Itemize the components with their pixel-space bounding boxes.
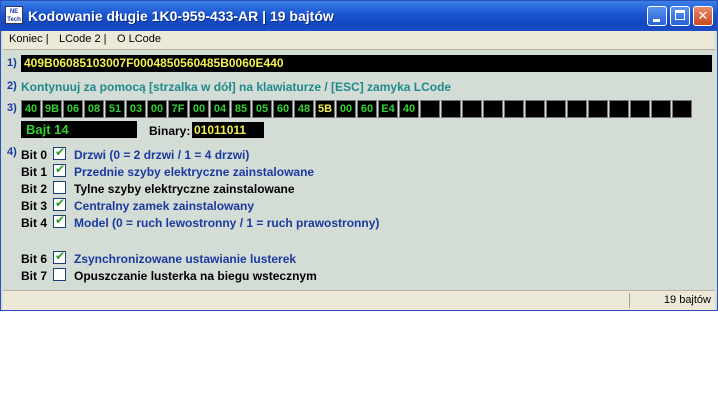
byte-cell[interactable]: 00 (336, 100, 356, 118)
byte-cell[interactable]: 40 (21, 100, 41, 118)
byte-cell[interactable]: E4 (378, 100, 398, 118)
checkmark-icon: ✔ (55, 213, 66, 227)
bit-description[interactable]: Zsynchronizowane ustawianie lusterek (74, 252, 296, 266)
row-label-2: 2) (7, 80, 17, 92)
menu-item-about[interactable]: O LCode (117, 33, 161, 45)
byte-cell[interactable]: 85 (231, 100, 251, 118)
bit-description[interactable]: Centralny zamek zainstalowany (74, 199, 254, 213)
status-bar: 19 bajtów (3, 290, 715, 310)
lcode-window: NE Tech Kodowanie długie 1K0-959-433-AR … (0, 0, 718, 311)
bit-description[interactable]: Przednie szyby elektryczne zainstalowane (74, 165, 314, 179)
byte-cell-empty[interactable] (525, 100, 545, 118)
byte-cell[interactable]: 51 (105, 100, 125, 118)
title-bar[interactable]: NE Tech Kodowanie długie 1K0-959-433-AR … (1, 1, 717, 31)
byte-cell-empty[interactable] (567, 100, 587, 118)
window-title: Kodowanie długie 1K0-959-433-AR | 19 baj… (28, 8, 334, 24)
byte-grid: 40 9B 06 08 51 03 00 7F 00 04 85 05 60 48 5B 00 60 E4 40 (21, 100, 693, 118)
status-byte-count: 19 bajtów (663, 294, 711, 306)
byte-cell-empty[interactable] (588, 100, 608, 118)
byte-cell[interactable]: 40 (399, 100, 419, 118)
checkmark-icon: ✔ (55, 145, 66, 159)
binary-value: 01011011 (192, 122, 264, 138)
menu-bar: Koniec | LCode 2 | O LCode (3, 31, 715, 50)
minimize-button[interactable] (647, 6, 667, 26)
maximize-button[interactable] (670, 6, 690, 26)
byte-cell-empty[interactable] (462, 100, 482, 118)
menu-item-lcode2[interactable]: LCode 2 | (59, 33, 107, 45)
app-logo-text-top: NE (9, 9, 19, 15)
row-label-1: 1) (7, 57, 17, 69)
app-logo-icon: NE Tech (5, 6, 23, 24)
byte-cell-empty[interactable] (672, 100, 692, 118)
byte-cell[interactable]: 06 (63, 100, 83, 118)
byte-cell[interactable]: 00 (189, 100, 209, 118)
byte-cell-empty[interactable] (546, 100, 566, 118)
byte-cell[interactable]: 00 (147, 100, 167, 118)
bit-description[interactable]: Drzwi (0 = 2 drzwi / 1 = 4 drzwi) (74, 148, 249, 162)
bit-checkbox[interactable]: ✔ (53, 249, 66, 264)
bit-checkbox[interactable] (53, 181, 66, 194)
row-label-4: 4) (7, 146, 17, 158)
status-divider (629, 293, 630, 308)
byte-cell[interactable]: 60 (357, 100, 377, 118)
bit-checkbox[interactable]: ✔ (53, 145, 66, 160)
bit-description[interactable]: Tylne szyby elektryczne zainstalowane (74, 182, 295, 196)
checkmark-icon: ✔ (55, 162, 66, 176)
keyboard-hint: Kontynuuj za pomocą [strzalka w dół] na … (21, 80, 452, 94)
bit-checkbox[interactable]: ✔ (53, 213, 66, 228)
close-button[interactable]: ✕ (693, 6, 713, 26)
bit-checkbox[interactable]: ✔ (53, 196, 66, 211)
bit-label: Bit 2 (21, 182, 48, 196)
byte-cell-empty[interactable] (609, 100, 629, 118)
byte-cell-empty[interactable] (630, 100, 650, 118)
byte-cell[interactable]: 03 (126, 100, 146, 118)
checkmark-icon: ✔ (55, 196, 66, 210)
byte-cell-empty[interactable] (441, 100, 461, 118)
bit-label: Bit 6 (21, 252, 48, 266)
byte-cell[interactable]: 08 (84, 100, 104, 118)
bit-checkbox[interactable] (53, 268, 66, 281)
byte-cell[interactable]: 9B (42, 100, 62, 118)
bit-description[interactable]: Opuszczanie lusterka na biegu wstecznym (74, 269, 317, 283)
checkmark-icon: ✔ (55, 249, 66, 263)
app-logo-text-bottom: Tech (7, 17, 21, 23)
bit-label: Bit 1 (21, 165, 48, 179)
menu-item-koniec[interactable]: Koniec | (9, 33, 49, 45)
byte-cell[interactable]: 05 (252, 100, 272, 118)
byte-cell[interactable]: 04 (210, 100, 230, 118)
byte-cell[interactable]: 5B (315, 100, 335, 118)
byte-cell-empty[interactable] (420, 100, 440, 118)
close-icon: ✕ (697, 8, 709, 23)
row-label-3: 3) (7, 102, 17, 114)
byte-cell-empty[interactable] (504, 100, 524, 118)
byte-cell[interactable]: 60 (273, 100, 293, 118)
bit-description[interactable]: Model (0 = ruch lewostronny / 1 = ruch p… (74, 216, 379, 230)
binary-label: Binary: (149, 124, 191, 138)
selected-byte-label: Bajt 14 (21, 121, 137, 138)
coding-string-field[interactable]: 409B06085103007F0004850560485B0060E440 (21, 55, 712, 72)
bit-checkbox[interactable]: ✔ (53, 162, 66, 177)
maximize-icon (675, 10, 685, 20)
bit-label: Bit 0 (21, 148, 48, 162)
byte-cell[interactable]: 48 (294, 100, 314, 118)
bit-label: Bit 4 (21, 216, 48, 230)
byte-cell-empty[interactable] (651, 100, 671, 118)
byte-cell[interactable]: 7F (168, 100, 188, 118)
minimize-icon (653, 19, 660, 22)
bit-label: Bit 3 (21, 199, 48, 213)
byte-cell-empty[interactable] (483, 100, 503, 118)
bit-label: Bit 7 (21, 269, 48, 283)
